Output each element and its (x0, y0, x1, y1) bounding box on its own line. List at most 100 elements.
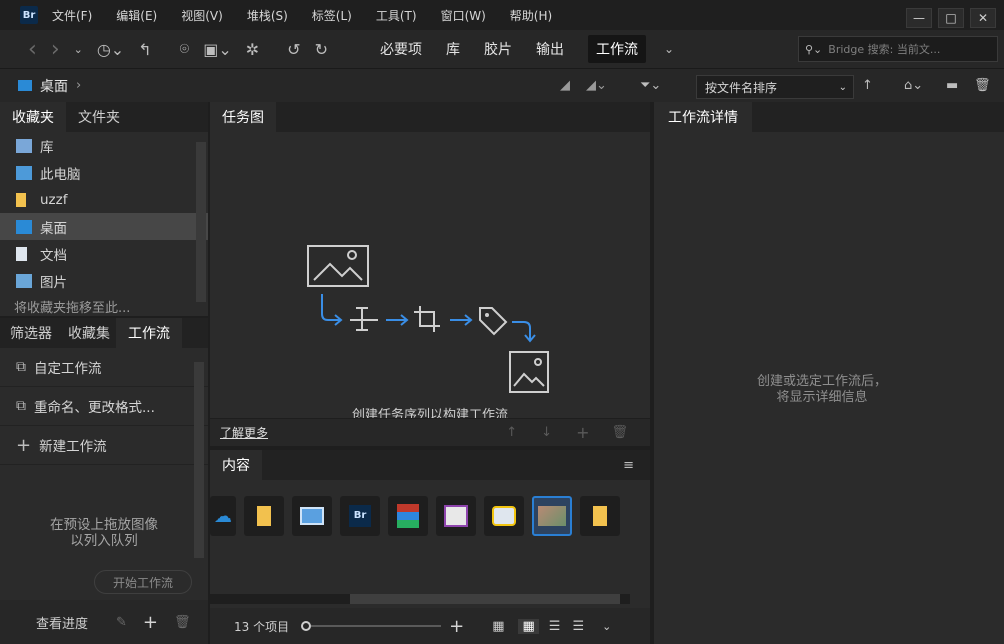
tab-collections[interactable]: 收藏集 (62, 318, 116, 348)
recent-history-icon[interactable]: ◷⌄ (97, 40, 124, 59)
tab-filter[interactable]: 筛选器 (0, 318, 62, 348)
workspace-filmstrip[interactable]: 胶片 (484, 39, 512, 59)
favorite-documents[interactable]: 文档 (0, 240, 208, 267)
workspace-more-icon[interactable]: ⌄ (664, 42, 674, 56)
restore-button[interactable]: □ (938, 8, 964, 28)
folder-icon[interactable] (244, 496, 284, 536)
favorite-uzzf[interactable]: uzzf (0, 186, 208, 213)
favorite-library[interactable]: 库 (0, 132, 208, 159)
delete-icon[interactable]: 🗑 (174, 615, 191, 630)
forward-icon[interactable]: › (51, 37, 60, 62)
photo-icon[interactable] (532, 496, 572, 536)
move-up-icon[interactable]: ↑ (506, 425, 517, 440)
list-view-icon[interactable]: ☰ (572, 619, 584, 634)
favorite-pictures[interactable]: 图片 (0, 267, 208, 294)
trash-icon[interactable]: 🗑 (974, 78, 991, 93)
favorite-label: 库 (40, 139, 54, 156)
minimize-button[interactable]: — (906, 8, 932, 28)
add-task-icon[interactable]: + (576, 423, 589, 442)
menu-stack[interactable]: 堆栈(S) (247, 7, 288, 24)
open-recent-icon[interactable]: ⌂⌄ (904, 78, 923, 93)
learn-more-link[interactable]: 了解更多 (220, 424, 268, 441)
path-current[interactable]: 桌面 (40, 76, 68, 96)
search-icon: ⚲⌄ (805, 42, 823, 56)
camera-tool-icon[interactable] (484, 496, 524, 536)
menu-help[interactable]: 帮助(H) (510, 7, 552, 24)
menu-label[interactable]: 标签(L) (312, 7, 352, 24)
rotate-left-icon[interactable]: ↺ (287, 40, 300, 59)
refine-icon[interactable]: ▣⌄ (203, 40, 232, 59)
back-icon[interactable]: ‹ (28, 37, 37, 62)
rotate-right-icon[interactable]: ↻ (315, 40, 328, 59)
path-arrow[interactable]: › (76, 78, 81, 93)
bridge-shortcut-icon[interactable]: Br (340, 496, 380, 536)
thumbnail-view-icon[interactable]: ▦ (518, 618, 539, 634)
tab-workflow-details[interactable]: 工作流详情 (654, 102, 752, 132)
paint-icon[interactable] (436, 496, 476, 536)
workflow-label: 自定工作流 (34, 361, 102, 377)
folder-shortcut-icon[interactable] (580, 496, 620, 536)
add-icon[interactable]: + (143, 612, 158, 633)
workspace-workflow[interactable]: 工作流 (587, 35, 646, 63)
move-down-icon[interactable]: ↓ (541, 425, 552, 440)
zoom-in-icon[interactable]: + (449, 616, 464, 637)
panel-menu-icon[interactable]: ≡ (623, 458, 634, 473)
path-bar: 桌面 › ◢ ◢⌄ ⏷⌄ 按文件名排序 ⌄ ↑ ⌂⌄ ▬ 🗑 (0, 68, 1004, 102)
favorite-this-pc[interactable]: 此电脑 (0, 159, 208, 186)
sort-ascending-icon[interactable]: ↑ (862, 78, 873, 93)
quality-icon[interactable]: ◢ (560, 78, 570, 93)
workspace-output[interactable]: 输出 (536, 39, 564, 59)
creative-cloud-icon[interactable]: ✲ (246, 40, 259, 59)
control-panel-icon[interactable] (292, 496, 332, 536)
rename-text-icon (350, 307, 378, 331)
favorites-tabstrip: 收藏夹 文件夹 (0, 102, 208, 132)
close-button[interactable]: ✕ (970, 8, 996, 28)
grid-view-icon[interactable]: ▦ (492, 619, 504, 634)
workspace-libraries[interactable]: 库 (446, 39, 460, 59)
menu-file[interactable]: 文件(F) (52, 7, 92, 24)
details-view-icon[interactable]: ☰ (549, 619, 561, 634)
favorite-desktop[interactable]: 桌面 (0, 213, 208, 240)
workflow-item-custom[interactable]: ⧉ 自定工作流 (0, 348, 208, 387)
details-tabstrip: 工作流详情 (654, 102, 1004, 132)
content-hscroll-thumb[interactable] (350, 594, 620, 604)
camera-import-icon[interactable]: ⌾ (180, 39, 190, 59)
menu-edit[interactable]: 编辑(E) (116, 7, 157, 24)
chevron-down-icon[interactable]: ⌄ (74, 43, 83, 56)
sort-select[interactable]: 按文件名排序 ⌄ (696, 75, 854, 99)
view-progress-link[interactable]: 查看进度 (36, 613, 88, 632)
start-workflow-button[interactable]: 开始工作流 (94, 570, 192, 594)
view-options-icon[interactable]: ⌄ (602, 620, 611, 633)
return-icon[interactable]: ↰ (138, 40, 151, 59)
menu-tools[interactable]: 工具(T) (376, 7, 417, 24)
workflow-scrollbar[interactable] (194, 362, 204, 558)
onedrive-icon[interactable]: ☁ (210, 496, 236, 536)
new-workflow-button[interactable]: + 新建工作流 (0, 426, 208, 465)
tag-icon (479, 307, 508, 336)
tab-folders[interactable]: 文件夹 (66, 102, 132, 132)
workspace-essentials[interactable]: 必要项 (380, 39, 422, 59)
task-map-tabstrip: 任务图 (210, 102, 650, 132)
delete-task-icon[interactable]: 🗑 (611, 425, 628, 440)
menu-window[interactable]: 窗口(W) (441, 7, 486, 24)
search-box[interactable]: ⚲⌄ Bridge 搜索: 当前文... (798, 36, 998, 62)
favorites-scrollbar[interactable] (196, 142, 206, 302)
rating-filter-icon[interactable]: ◢⌄ (586, 78, 607, 93)
edit-icon[interactable]: ✎ (116, 615, 127, 630)
tab-content[interactable]: 内容 (210, 450, 262, 480)
zoom-slider-handle[interactable] (301, 621, 312, 631)
winrar-icon[interactable] (388, 496, 428, 536)
content-hscrollbar[interactable] (210, 594, 630, 604)
image-result-icon (509, 351, 549, 393)
menu-view[interactable]: 视图(V) (181, 7, 223, 24)
tab-task-map[interactable]: 任务图 (210, 102, 276, 132)
tab-workflow[interactable]: 工作流 (116, 318, 182, 348)
workflow-item-rename[interactable]: ⧉ 重命名、更改格式... (0, 387, 208, 426)
zoom-slider-track[interactable] (311, 625, 442, 627)
search-input[interactable]: Bridge 搜索: 当前文... (828, 41, 940, 57)
details-hint-line-2: 将显示详细信息 (776, 390, 868, 405)
tab-favorites[interactable]: 收藏夹 (0, 102, 66, 132)
filter-icon[interactable]: ⏷⌄ (640, 78, 661, 93)
content-footer: 13 个项目 + ▦ ▦ ☰ ☰ ⌄ (210, 608, 650, 644)
new-folder-icon[interactable]: ▬ (946, 78, 958, 93)
